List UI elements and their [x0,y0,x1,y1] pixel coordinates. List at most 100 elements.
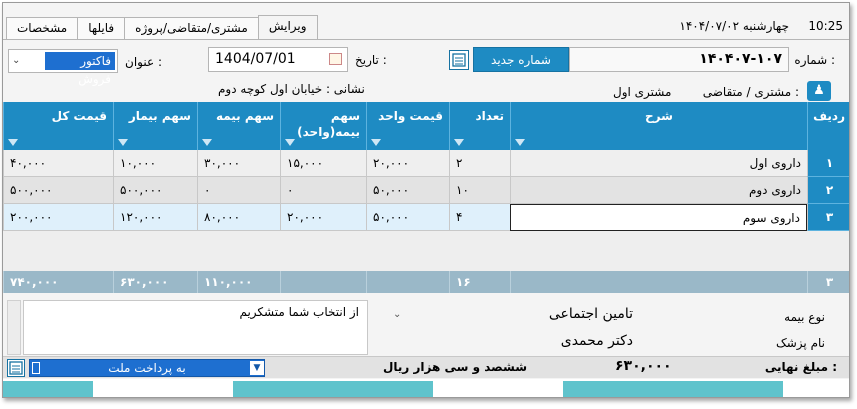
cell-total: ۵۰۰,۰۰۰ [3,177,113,204]
table-row[interactable]: ۳ داروی سوم ۴ ۵۰,۰۰۰ ۲۰,۰۰۰ ۸۰,۰۰۰ ۱۲۰,۰… [3,204,849,231]
date-field[interactable]: 1404/07/01 [208,47,348,72]
filter-icon[interactable] [118,139,128,146]
footer-unit-price [366,271,449,293]
grid-footer: ۳ ۱۶ ۱۱۰,۰۰۰ ۶۳۰,۰۰۰ ۷۴۰,۰۰۰ [3,271,849,293]
customer-icon[interactable]: ♟ [807,81,831,101]
col-patient[interactable]: سهم بیمار [113,102,197,150]
title-select[interactable]: ⌄ فاکتور فروش [8,49,118,86]
chevron-down-icon[interactable]: ⌄ [12,55,20,66]
cell-insurance-unit[interactable]: ۲۰,۰۰۰ [280,204,366,231]
calendar-icon[interactable] [329,53,342,65]
calculator-icon[interactable] [449,50,469,70]
clock: 10:25 [808,19,843,33]
doctor-value[interactable]: دکتر محمدی [561,333,633,349]
filter-icon[interactable] [454,139,464,146]
top-bar: ویرایش مشتری/متقاضی/پروژه فایلها مشخصات … [3,3,849,41]
col-desc-label: شرح [645,109,673,123]
col-insurance-unit-label: سهم بیمه(واحد) [297,109,360,139]
footer-total: ۷۴۰,۰۰۰ [3,271,113,293]
handle-icon [32,362,40,374]
cell-unit-price[interactable]: ۵۰,۰۰۰ [366,177,449,204]
tab-details[interactable]: مشخصات [6,17,79,39]
row-number: ۲ [807,177,849,204]
insurance-type-value[interactable]: تامین اجتماعی [549,306,633,322]
customer-label: مشتری / متقاضی : [702,85,799,99]
cell-patient: ۱۲۰,۰۰۰ [113,204,197,231]
new-number-button[interactable]: شماره جدید [473,47,569,72]
current-date: چهارشنبه ۱۴۰۴/۰۷/۰۲ [679,19,789,33]
cell-desc[interactable]: داروی اول [510,150,807,177]
amount-in-words: ششصد و سی هزار ریال [383,360,528,374]
filter-icon[interactable] [515,139,525,146]
tab-strip: ویرایش مشتری/متقاضی/پروژه فایلها مشخصات [6,15,318,39]
payment-method-value: به پرداخت ملت [108,361,186,375]
col-total-label: قیمت کل [51,109,107,123]
col-qty-label: تعداد [475,109,504,123]
date-label: تاریخ : [355,53,387,67]
col-patient-label: سهم بیمار [128,109,191,123]
table-row[interactable]: ۱ داروی اول ۲ ۲۰,۰۰۰ ۱۵,۰۰۰ ۳۰,۰۰۰ ۱۰,۰۰… [3,150,849,177]
cell-insurance-unit[interactable]: ۱۵,۰۰۰ [280,150,366,177]
col-qty[interactable]: تعداد [449,102,510,150]
title-label: عنوان : [125,55,162,69]
cell-patient: ۵۰۰,۰۰۰ [113,177,197,204]
tab-divider [3,39,849,40]
col-total[interactable]: قیمت کل [3,102,113,150]
calculator-icon[interactable] [7,359,25,377]
final-amount-label: مبلغ نهایی : [764,360,837,374]
footer-patient: ۶۳۰,۰۰۰ [113,271,197,293]
cell-unit-price[interactable]: ۲۰,۰۰۰ [366,150,449,177]
footer-insurance-unit [280,271,366,293]
payment-method-select[interactable]: به پرداخت ملت ▼ [29,359,265,377]
cell-desc[interactable]: داروی دوم [510,177,807,204]
cell-unit-price[interactable]: ۵۰,۰۰۰ [366,204,449,231]
footer-row-count: ۳ [807,271,849,293]
tab-edit[interactable]: ویرایش [257,15,318,39]
chevron-down-icon[interactable]: ▼ [250,361,264,375]
chevron-down-icon[interactable]: ⌄ [393,309,401,320]
col-row[interactable]: ردیف [807,102,849,150]
cell-total: ۴۰,۰۰۰ [3,150,113,177]
filter-icon[interactable] [8,139,18,146]
col-unit-price[interactable]: قیمت واحد [366,102,449,150]
filter-icon[interactable] [202,139,212,146]
tab-files[interactable]: فایلها [77,17,126,39]
filter-icon[interactable] [371,139,381,146]
col-insurance[interactable]: سهم بیمه [197,102,280,150]
cell-qty[interactable]: ۱۰ [449,177,510,204]
cell-total: ۲۰۰,۰۰۰ [3,204,113,231]
filter-icon[interactable] [285,139,295,146]
footer-desc [510,271,807,293]
decorative-strip [3,381,93,397]
insurance-type-label: نوع بیمه [784,310,825,324]
tab-customer-project[interactable]: مشتری/متقاضی/پروژه [124,17,259,39]
cell-insurance: ۳۰,۰۰۰ [197,150,280,177]
col-desc[interactable]: شرح [510,102,807,150]
cell-patient: ۱۰,۰۰۰ [113,150,197,177]
title-select-value: فاکتور فروش [45,52,115,86]
col-insurance-label: سهم بیمه [215,109,274,123]
cell-insurance-unit[interactable]: ۰ [280,177,366,204]
doctor-label: نام پزشک [776,336,825,350]
cell-qty[interactable]: ۲ [449,150,510,177]
table-row[interactable]: ۲ داروی دوم ۱۰ ۵۰,۰۰۰ ۰ ۰ ۵۰۰,۰۰۰ ۵۰۰,۰۰… [3,177,849,204]
col-insurance-unit[interactable]: سهم بیمه(واحد) [280,102,366,150]
grid-header: ردیف شرح تعداد قیمت واحد سهم بیمه(واحد) … [3,102,849,150]
footer-insurance: ۱۱۰,۰۰۰ [197,271,280,293]
customer-value: مشتری اول [613,85,672,99]
decorative-strip [233,381,433,397]
notes-textarea[interactable]: از انتخاب شما متشکریم [23,300,368,355]
number-label: شماره : [794,53,835,67]
grid-empty-area[interactable] [3,231,849,271]
notes-scrollbar[interactable] [7,300,21,355]
cell-qty[interactable]: ۴ [449,204,510,231]
address-text: نشانی : خیابان اول کوچه دوم [218,82,365,96]
col-unit-price-label: قیمت واحد [378,109,443,123]
decorative-strip [563,381,783,397]
row-number: ۱ [807,150,849,177]
invoice-window: ویرایش مشتری/متقاضی/پروژه فایلها مشخصات … [2,2,850,398]
final-amount: ۶۳۰,۰۰۰ [615,358,672,374]
invoice-number-field[interactable]: ۱۴۰۴۰۷-۱۰۷ [569,47,789,72]
cell-desc[interactable]: داروی سوم [510,204,807,231]
cell-insurance: ۰ [197,177,280,204]
